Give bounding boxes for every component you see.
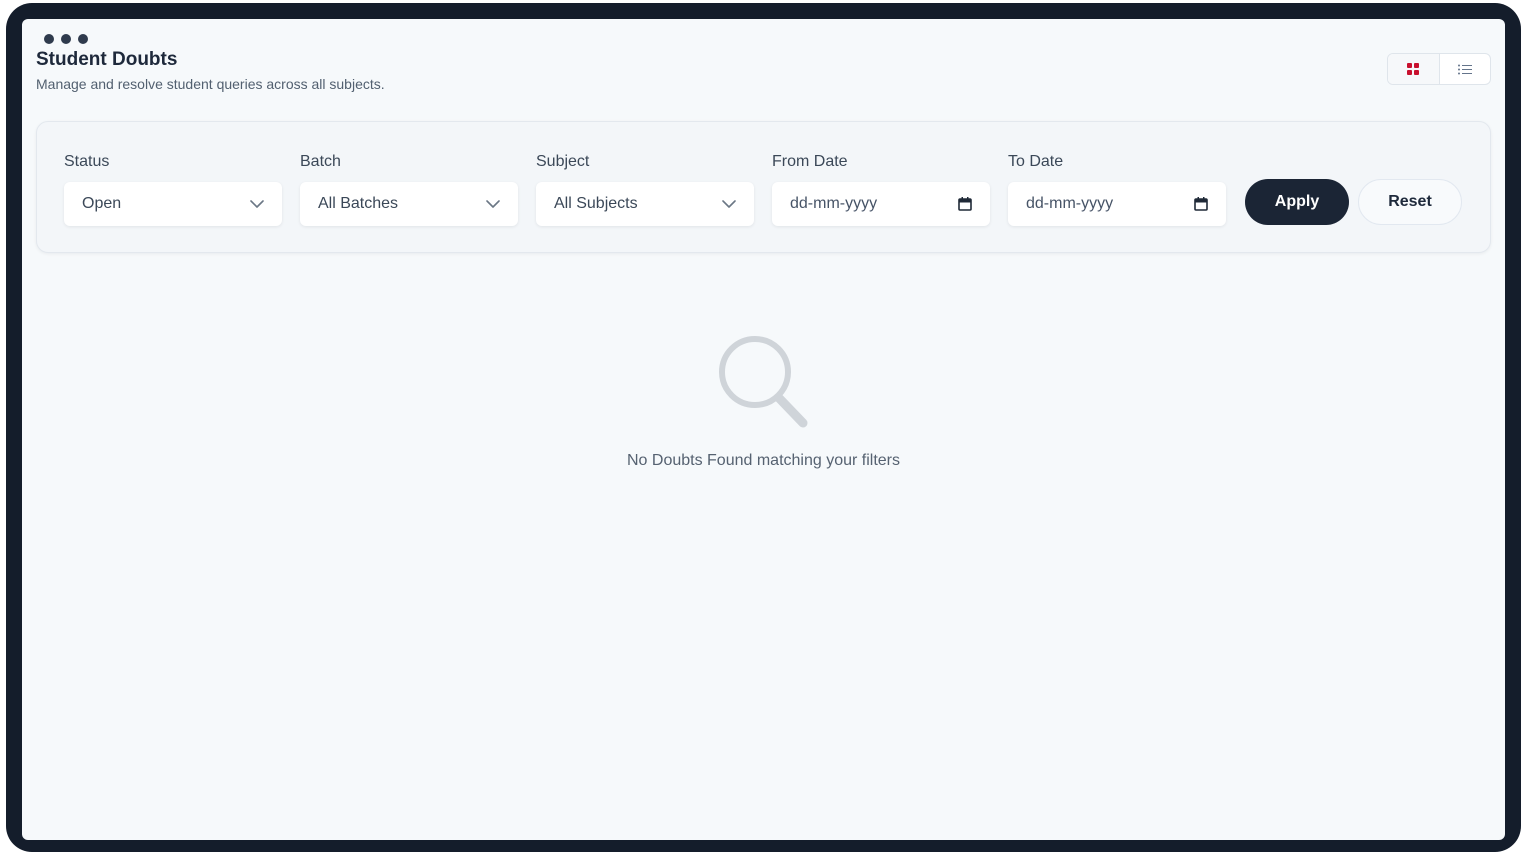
- list-view-button[interactable]: [1440, 54, 1491, 84]
- status-value: Open: [82, 195, 122, 212]
- subject-filter: Subject All Subjects: [536, 152, 754, 226]
- window-dots: [44, 34, 88, 44]
- window-dot: [78, 34, 88, 44]
- view-toggle: [1387, 53, 1491, 85]
- device-frame: Student Doubts Manage and resolve studen…: [6, 3, 1521, 852]
- to-date-label: To Date: [1008, 153, 1064, 170]
- batch-label: Batch: [300, 153, 341, 170]
- from-date-input[interactable]: dd-mm-yyyy: [772, 182, 990, 226]
- calendar-icon[interactable]: [1194, 197, 1208, 211]
- grid-view-button[interactable]: [1388, 54, 1440, 84]
- from-date-filter: From Date dd-mm-yyyy: [772, 152, 990, 226]
- batch-select[interactable]: All Batches: [300, 182, 518, 226]
- search-icon: [719, 336, 808, 428]
- calendar-icon[interactable]: [958, 197, 972, 211]
- apply-button[interactable]: Apply: [1245, 179, 1349, 225]
- batch-value: All Batches: [318, 195, 399, 212]
- to-date-filter: To Date dd-mm-yyyy: [1008, 152, 1226, 226]
- to-date-placeholder: dd-mm-yyyy: [1026, 195, 1114, 212]
- batch-filter: Batch All Batches: [300, 152, 518, 226]
- subject-select[interactable]: All Subjects: [536, 182, 754, 226]
- subject-value: All Subjects: [554, 195, 638, 212]
- reset-button[interactable]: Reset: [1358, 179, 1462, 225]
- chevron-down-icon: [722, 200, 736, 208]
- subject-label: Subject: [536, 153, 590, 170]
- page-subtitle: Manage and resolve student queries acros…: [36, 76, 385, 92]
- window-dot: [44, 34, 54, 44]
- chevron-down-icon: [486, 200, 500, 208]
- to-date-input[interactable]: dd-mm-yyyy: [1008, 182, 1226, 226]
- status-filter: Status Open: [64, 152, 282, 226]
- app-screen: Student Doubts Manage and resolve studen…: [22, 19, 1505, 840]
- filter-panel: Status Open Batch All Batches Subject Al…: [36, 121, 1491, 253]
- status-select[interactable]: Open: [64, 182, 282, 226]
- list-icon: [1457, 64, 1472, 74]
- chevron-down-icon: [250, 200, 264, 208]
- status-label: Status: [64, 153, 110, 170]
- grid-icon: [1407, 63, 1420, 75]
- page-title: Student Doubts: [36, 49, 178, 70]
- from-date-label: From Date: [772, 153, 848, 170]
- from-date-placeholder: dd-mm-yyyy: [790, 195, 878, 212]
- empty-state-message: No Doubts Found matching your filters: [626, 452, 900, 469]
- window-dot: [61, 34, 71, 44]
